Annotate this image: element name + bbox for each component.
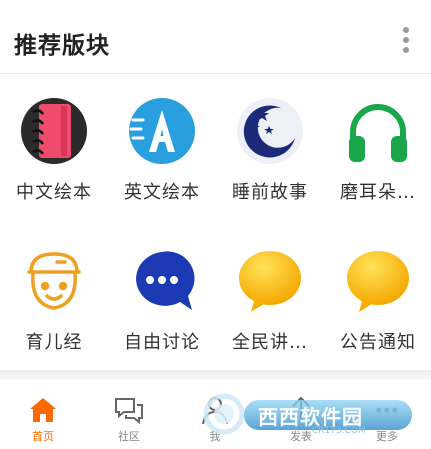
page-title: 推荐版块 <box>14 33 110 59</box>
grid-item-parenting[interactable]: 育儿经 <box>0 246 108 354</box>
grid-item-label: 全民讲… <box>232 332 308 353</box>
grid-item-label: 中文绘本 <box>16 182 92 203</box>
section-divider <box>0 370 431 380</box>
grid-item-label: 自由讨论 <box>124 332 200 353</box>
letter-a-icon <box>127 96 197 166</box>
child-face-icon <box>19 246 89 316</box>
yellow-bubble-icon <box>343 246 413 316</box>
grid-item-label: 公告通知 <box>340 332 416 353</box>
moon-stars-icon <box>235 96 305 166</box>
grid-item-bedtime-stories[interactable]: 睡前故事 <box>216 96 324 204</box>
grid-item-ear-grinding[interactable]: 磨耳朵… <box>324 96 431 204</box>
tab-label: 首页 <box>32 430 54 443</box>
grid-item-announcements[interactable]: 公告通知 <box>324 246 431 354</box>
grid-item-storytelling[interactable]: 全民讲… <box>216 246 324 354</box>
grid-item-label: 英文绘本 <box>124 182 200 203</box>
notebook-icon <box>19 96 89 166</box>
grid-item-english-picture-books[interactable]: 英文绘本 <box>108 96 216 204</box>
tab-label: 社区 <box>118 430 140 443</box>
page-header: 推荐版块 <box>0 0 431 74</box>
grid-item-chinese-picture-books[interactable]: 中文绘本 <box>0 96 108 204</box>
watermark-subtext: CR173.COM <box>312 426 366 436</box>
tab-community[interactable]: 社区 <box>86 380 172 449</box>
chat-bubble-icon <box>127 246 197 316</box>
grid-item-label: 育儿经 <box>25 332 83 353</box>
tab-home[interactable]: 首页 <box>0 380 86 449</box>
more-options-icon[interactable] <box>401 27 411 53</box>
grid-item-label: 磨耳朵… <box>340 182 416 203</box>
grid-item-free-discussion[interactable]: 自由讨论 <box>108 246 216 354</box>
home-icon <box>27 394 59 426</box>
headphones-icon <box>343 96 413 166</box>
watermark-logo: 西西软件园 CR173.COM <box>200 388 420 444</box>
yellow-bubble-icon <box>235 246 305 316</box>
community-icon <box>113 394 145 426</box>
grid-item-label: 睡前故事 <box>232 182 308 203</box>
